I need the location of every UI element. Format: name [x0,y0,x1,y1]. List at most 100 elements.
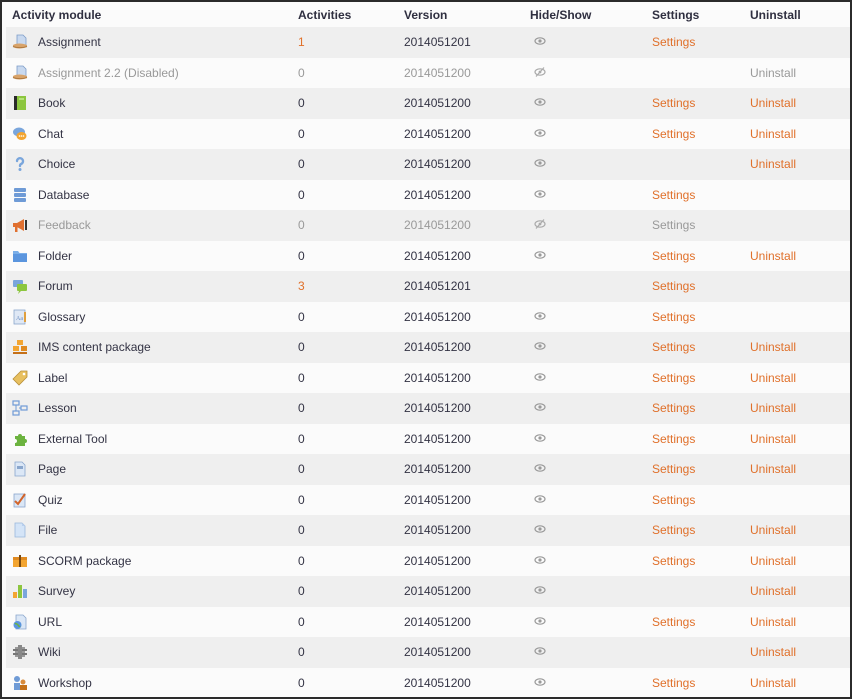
uninstall-cell: Uninstall [750,576,850,607]
eye-slash-icon[interactable] [534,219,546,230]
version-cell: 2014051200 [404,484,530,515]
table-header-row: Activity module Activities Version Hide/… [6,2,850,27]
uninstall-link[interactable]: Uninstall [750,157,796,171]
uninstall-link[interactable]: Uninstall [750,523,796,537]
module-name-cell: SCORM package [6,545,298,576]
activities-count[interactable]: 3 [298,279,305,293]
uninstall-link[interactable]: Uninstall [750,66,796,80]
external-tool-icon [12,431,28,447]
eye-icon[interactable] [534,341,546,351]
table-row: Lesson 0 2014051200 Settings Uninstall [6,393,850,424]
module-name-cell: IMS content package [6,332,298,363]
uninstall-link[interactable]: Uninstall [750,554,796,568]
activities-cell: 0 [298,362,404,393]
table-row: Wiki 0 2014051200 Uninstall [6,637,850,668]
eye-icon[interactable] [534,585,546,595]
module-name: Label [38,370,68,385]
module-name: URL [38,614,63,629]
settings-link[interactable]: Settings [652,310,695,324]
activities-cell: 0 [298,545,404,576]
settings-cell: Settings [652,393,750,424]
uninstall-link[interactable]: Uninstall [750,432,796,446]
uninstall-link[interactable]: Uninstall [750,462,796,476]
module-name-cell: Book [6,88,298,119]
uninstall-link[interactable]: Uninstall [750,371,796,385]
hide-show-cell [530,301,652,332]
eye-icon[interactable] [534,524,546,534]
eye-icon[interactable] [534,158,546,168]
eye-icon[interactable] [534,402,546,412]
eye-icon[interactable] [534,250,546,260]
uninstall-link[interactable]: Uninstall [750,340,796,354]
eye-icon[interactable] [534,372,546,382]
hide-show-cell [530,576,652,607]
eye-icon[interactable] [534,311,546,321]
version-cell: 2014051200 [404,118,530,149]
scorm-icon [12,553,28,569]
settings-link[interactable]: Settings [652,615,695,629]
eye-icon[interactable] [534,36,546,46]
settings-link[interactable]: Settings [652,96,695,110]
uninstall-link[interactable]: Uninstall [750,615,796,629]
settings-link[interactable]: Settings [652,554,695,568]
settings-link[interactable]: Settings [652,523,695,537]
module-name: Quiz [38,492,63,507]
module-name-cell: Database [6,179,298,210]
version-cell: 2014051200 [404,454,530,485]
settings-link[interactable]: Settings [652,218,695,232]
uninstall-link[interactable]: Uninstall [750,96,796,110]
settings-link[interactable]: Settings [652,340,695,354]
hide-show-cell [530,88,652,119]
eye-icon[interactable] [534,97,546,107]
version-cell: 2014051200 [404,301,530,332]
table-row: File 0 2014051200 Settings Uninstall [6,515,850,546]
settings-link[interactable]: Settings [652,35,695,49]
activities-count: 0 [298,645,305,660]
eye-slash-icon[interactable] [534,66,546,77]
uninstall-link[interactable]: Uninstall [750,645,796,659]
table-row: Assignment 2.2 (Disabled) 0 2014051200 Unin… [6,57,850,88]
activities-cell: 0 [298,240,404,271]
settings-link[interactable]: Settings [652,401,695,415]
settings-cell: Settings [652,606,750,637]
uninstall-link[interactable]: Uninstall [750,676,796,690]
settings-link[interactable]: Settings [652,127,695,141]
settings-cell: Settings [652,423,750,454]
uninstall-cell: Uninstall [750,515,850,546]
eye-icon[interactable] [534,189,546,199]
uninstall-link[interactable]: Uninstall [750,249,796,263]
module-name: Folder [38,248,73,263]
settings-link[interactable]: Settings [652,371,695,385]
eye-icon[interactable] [534,494,546,504]
uninstall-cell: Uninstall [750,149,850,180]
eye-icon[interactable] [534,677,546,687]
settings-link[interactable]: Settings [652,676,695,690]
eye-icon[interactable] [534,555,546,565]
activities-count: 0 [298,218,305,233]
eye-icon[interactable] [534,128,546,138]
table-row: Quiz 0 2014051200 Settings [6,484,850,515]
uninstall-cell: Uninstall [750,423,850,454]
settings-link[interactable]: Settings [652,432,695,446]
settings-cell: Settings [652,118,750,149]
eye-icon[interactable] [534,433,546,443]
settings-link[interactable]: Settings [652,279,695,293]
eye-icon[interactable] [534,616,546,626]
activities-cell[interactable]: 1 [298,27,404,58]
settings-link[interactable]: Settings [652,493,695,507]
settings-cell: Settings [652,454,750,485]
uninstall-link[interactable]: Uninstall [750,584,796,598]
page-icon [12,461,28,477]
uninstall-link[interactable]: Uninstall [750,127,796,141]
activities-count[interactable]: 1 [298,35,305,49]
activities-cell[interactable]: 3 [298,271,404,302]
settings-link[interactable]: Settings [652,462,695,476]
uninstall-cell [750,301,850,332]
eye-icon[interactable] [534,463,546,473]
settings-link[interactable]: Settings [652,188,695,202]
eye-icon[interactable] [534,646,546,656]
module-name-cell: Wiki [6,637,298,668]
uninstall-link[interactable]: Uninstall [750,401,796,415]
activities-count: 0 [298,553,305,568]
settings-link[interactable]: Settings [652,249,695,263]
